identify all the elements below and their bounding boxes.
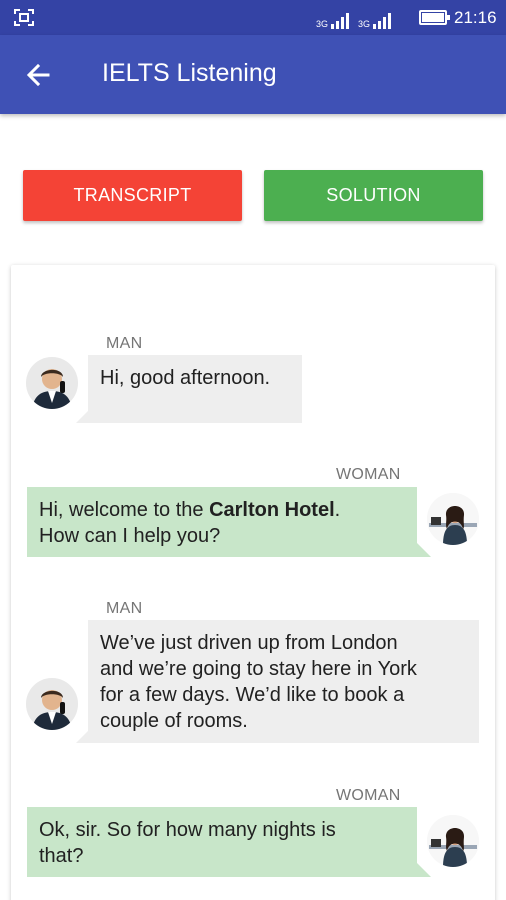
network-type-right: 3G [358,19,371,29]
app-bar: IELTS Listening [0,35,506,114]
man-avatar [26,678,78,730]
message-text: Hi, welcome to the Carlton Hotel. [39,499,341,521]
solution-button[interactable]: SOLUTION [264,170,483,221]
speaker-label: MAN [106,335,143,352]
battery-icon [419,10,450,25]
speaker-label: MAN [106,600,143,617]
woman-avatar [427,493,479,545]
message-bubble-man: Hi, good afternoon. [88,355,302,423]
arrow-left-icon[interactable] [22,59,54,91]
speaker-label: WOMAN [336,787,401,804]
message-text: and we’re going to stay here in York [100,658,417,680]
screenshot-icon [14,9,34,26]
message-bubble-man: We’ve just driven up from London and we’… [88,620,479,743]
page-title: IELTS Listening [102,59,277,87]
transcript-card: MAN Hi, good afternoon. WOMAN Hi, welcom… [11,265,495,900]
message-text: We’ve just driven up from London [100,632,398,654]
signal-bars-1-icon [331,13,350,29]
hotel-name: Carlton Hotel [209,499,335,521]
speaker-label: WOMAN [336,466,401,483]
network-type-left: 3G [316,19,329,29]
message-text: How can I help you? [39,525,221,547]
woman-avatar [427,815,479,867]
message-bubble-woman: Ok, sir. So for how many nights is that? [27,807,417,877]
transcript-button[interactable]: TRANSCRIPT [23,170,242,221]
bubble-tail [417,543,431,557]
message-text: that? [39,845,84,867]
message-text: Hi, good afternoon. [100,367,271,389]
signal-indicators: 3G 3G [316,7,392,29]
bubble-tail [417,863,431,877]
signal-bars-2-icon [373,13,392,29]
message-text: Ok, sir. So for how many nights is [39,819,336,841]
man-avatar [26,357,78,409]
message-text: for a few days. We’d like to book a [100,684,405,706]
message-text: couple of rooms. [100,710,248,732]
status-time: 21:16 [454,8,497,27]
status-bar: 3G 3G 21:16 [0,0,506,35]
message-bubble-woman: Hi, welcome to the Carlton Hotel. How ca… [27,487,417,557]
